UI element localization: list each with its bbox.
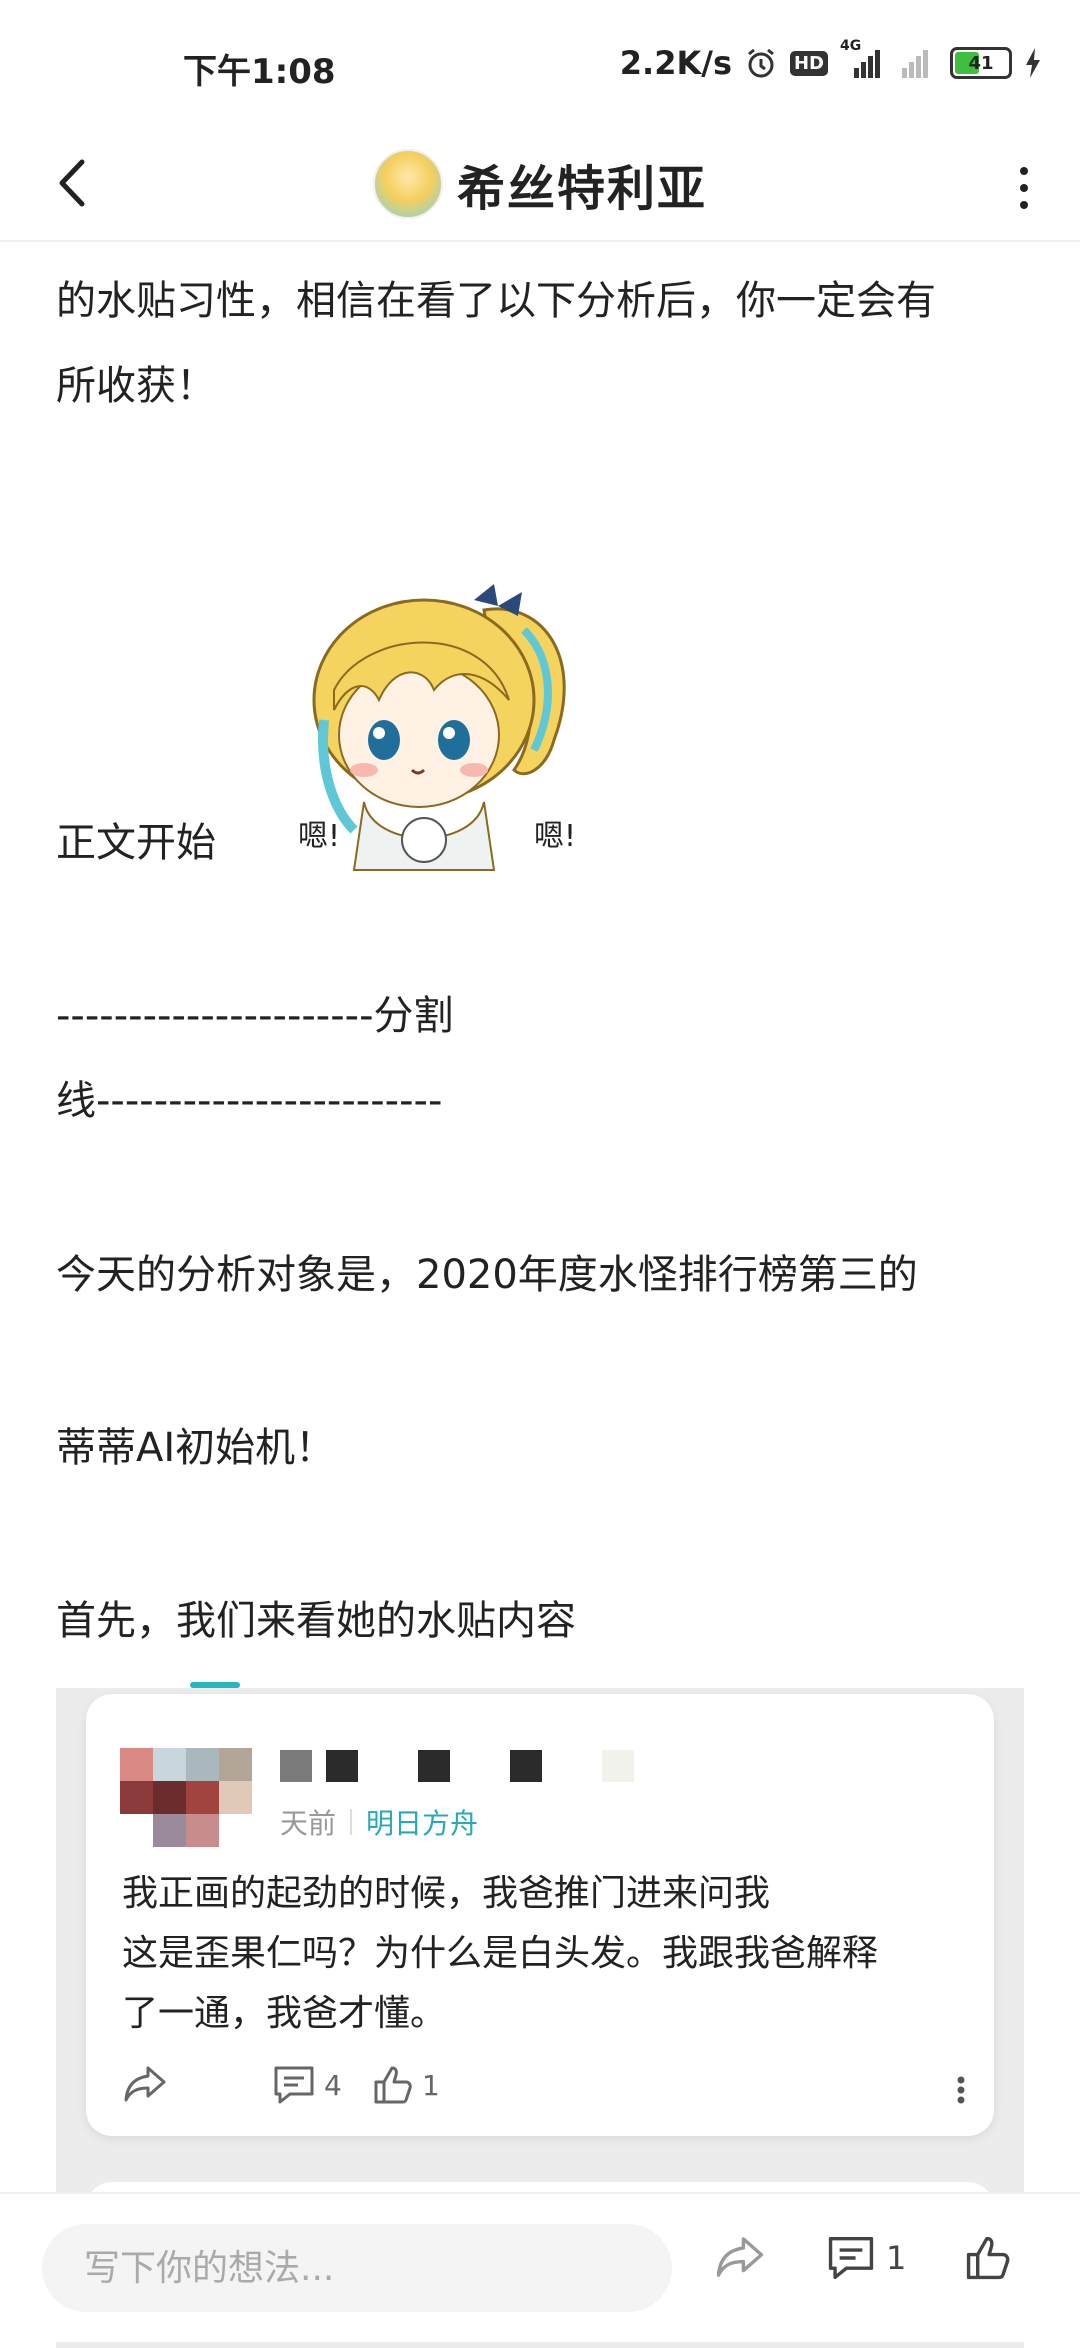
sticker-text-left: 嗯!: [298, 819, 340, 854]
post-body: 我正画的起劲的时候，我爸推门进来问我 这是歪果仁吗？为什么是白头发。我跟我爸解释…: [122, 1864, 972, 2044]
status-time: 下午1:08: [183, 52, 336, 92]
thumbs-up-icon: [374, 2066, 412, 2104]
article-paragraph: 正文开始: [56, 820, 216, 866]
post-tag[interactable]: 明日方舟: [366, 1802, 478, 1842]
embed-tab-indicator: [190, 1682, 240, 1688]
comment-icon: [274, 2066, 314, 2104]
sticker-image: 嗯! 嗯!: [284, 570, 624, 890]
username-blurred[interactable]: [280, 1750, 634, 1782]
post-line: 我正画的起劲的时候，我爸推门进来问我: [122, 1873, 771, 1914]
post-time: 天前: [280, 1807, 337, 1840]
share-icon: [124, 2066, 166, 2102]
like-button[interactable]: 1: [372, 2064, 440, 2106]
comment-count: 4: [324, 2068, 342, 2102]
like-count: 1: [422, 2068, 440, 2102]
thumbs-up-icon: [966, 2236, 1010, 2280]
network-speed: 2.2K/s: [619, 44, 732, 82]
share-button[interactable]: [714, 2234, 766, 2280]
status-bar: 下午1:08 2.2K/s HD 4G 41: [0, 0, 1080, 128]
post-meta: 天前 明日方舟: [280, 1802, 478, 1842]
app-header: 希丝特利亚: [0, 128, 1080, 242]
hd-badge: HD: [789, 50, 828, 76]
share-button[interactable]: [122, 2064, 168, 2104]
signal-weak-icon: [898, 48, 938, 78]
network-type: 4G: [840, 38, 862, 54]
comment-button[interactable]: 1: [826, 2234, 906, 2282]
post-line: 了一通，我爸才懂。: [122, 1993, 447, 2034]
share-icon: [716, 2237, 764, 2277]
sticker-text-right: 嗯!: [534, 819, 576, 854]
like-button[interactable]: [964, 2234, 1012, 2282]
article-paragraph: 所收获！: [56, 363, 216, 409]
avatar[interactable]: [120, 1748, 252, 1880]
post-more-icon[interactable]: [956, 2076, 966, 2104]
comment-input[interactable]: [42, 2224, 672, 2312]
post-line: 这是歪果仁吗？为什么是白头发。我跟我爸解释: [122, 1933, 879, 1974]
article-paragraph: 蒂蒂AI初始机！: [56, 1425, 336, 1471]
page-title: 希丝特利亚: [456, 161, 707, 217]
battery-level: 41: [968, 52, 994, 74]
comment-count: 1: [886, 2239, 907, 2277]
article-paragraph: 的水贴习性，相信在看了以下分析后，你一定会有: [56, 278, 936, 324]
status-icons: 2.2K/s HD 4G 41: [619, 38, 1042, 82]
avatar[interactable]: [372, 149, 443, 219]
comment-icon: [828, 2236, 874, 2280]
article-paragraph: 首先，我们来看她的水贴内容: [56, 1598, 576, 1644]
more-options-icon[interactable]: [1004, 158, 1044, 218]
comment-button[interactable]: 4: [272, 2064, 342, 2106]
article-paragraph: 今天的分析对象是，2020年度水怪排行榜第三的: [56, 1252, 918, 1298]
bottom-bar: 1: [0, 2192, 1080, 2342]
battery-icon: 41: [950, 47, 1012, 79]
signal-icon: 4G: [840, 38, 886, 78]
header-user[interactable]: 希丝特利亚: [0, 128, 1080, 240]
divider-text: ----------------------分割: [56, 993, 454, 1039]
alarm-icon: [744, 46, 778, 80]
post-card[interactable]: 天前 明日方舟 我正画的起劲的时候，我爸推门进来问我 这是歪果仁吗？为什么是白头…: [86, 1694, 994, 2136]
post-actions: 4 1: [122, 2064, 972, 2114]
charging-icon: [1024, 48, 1042, 78]
divider-text: 线------------------------: [56, 1078, 443, 1124]
meta-divider: [350, 1809, 353, 1835]
